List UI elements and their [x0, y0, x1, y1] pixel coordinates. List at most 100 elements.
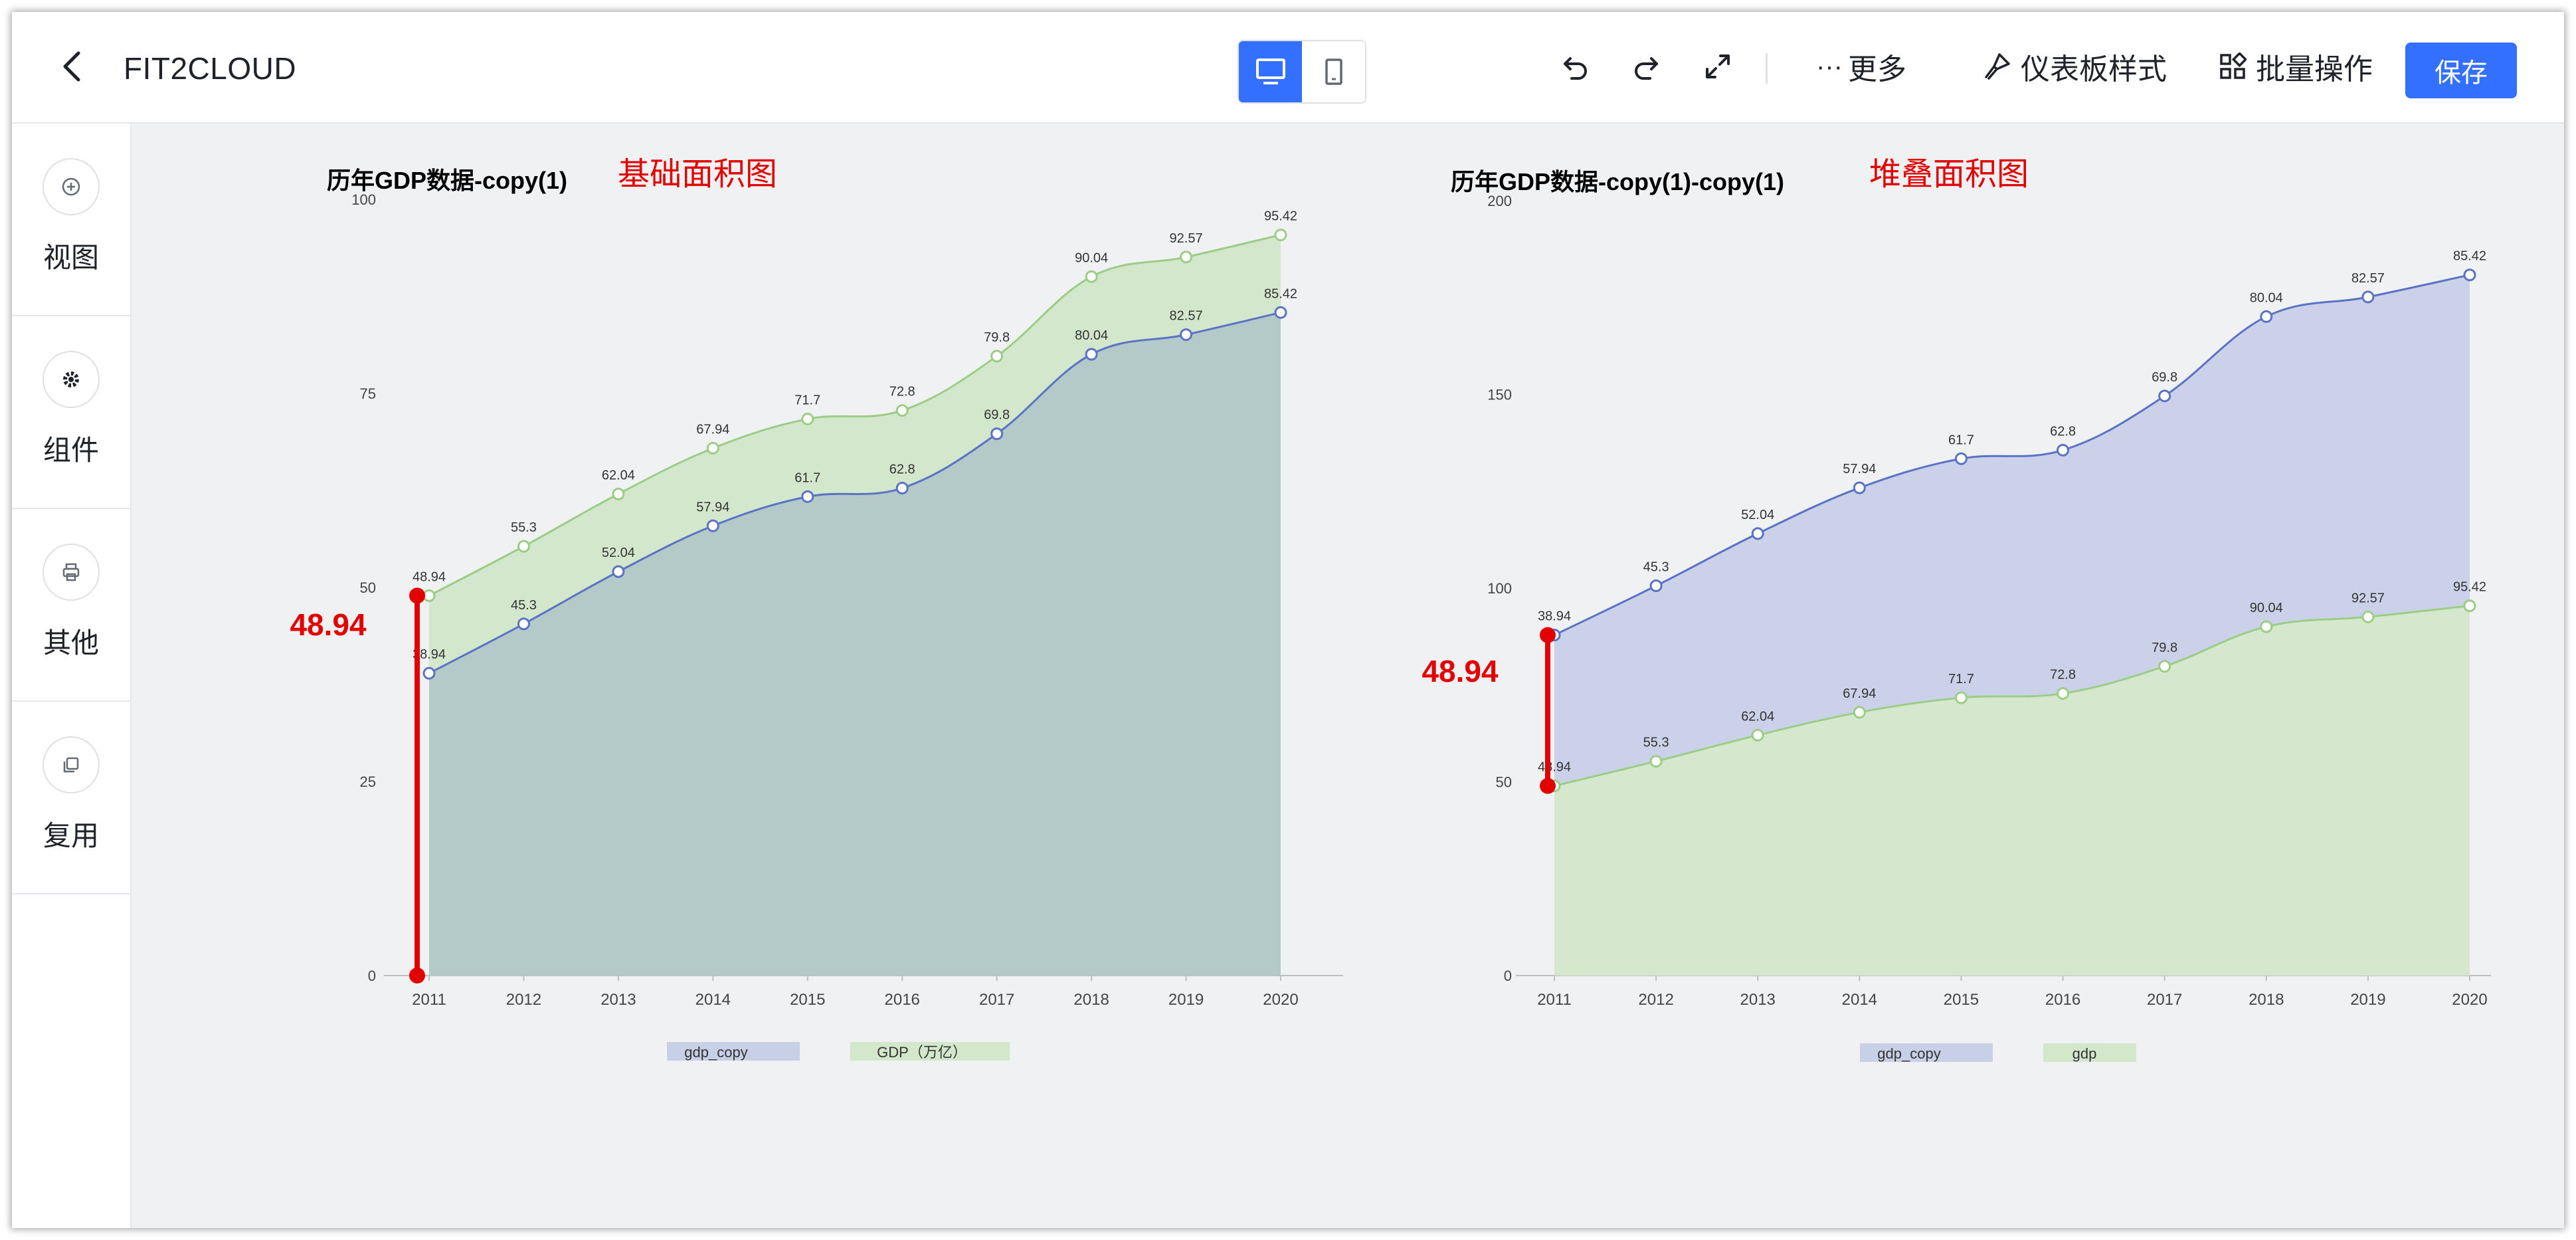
- data-label: 95.42: [1264, 209, 1297, 223]
- data-point: [1274, 306, 1287, 319]
- y-tick-label: 50: [1496, 774, 1512, 791]
- sidebar-item-label: 复用: [43, 820, 99, 851]
- legend-label: gdp: [2072, 1045, 2097, 1062]
- expand-icon: [1706, 54, 1730, 78]
- data-point: [1649, 755, 1663, 768]
- sidebar-item-label: 组件: [43, 435, 99, 466]
- data-label: 92.57: [1170, 231, 1203, 246]
- sidebar-item-label: 其他: [43, 627, 99, 659]
- back-icon[interactable]: [53, 47, 93, 86]
- data-label: 48.94: [413, 569, 446, 584]
- data-point: [1085, 348, 1098, 361]
- data-label: 82.57: [2351, 271, 2385, 286]
- y-tick-label: 100: [351, 191, 376, 208]
- data-label: 52.04: [602, 546, 635, 560]
- data-label: 57.94: [696, 500, 729, 514]
- y-tick-label: 25: [360, 774, 376, 790]
- data-point: [422, 589, 436, 602]
- charts-svg: 历年GDP数据-copy(1) 基础面积图 0 25 50 75 100 2011 2012 20…: [290, 157, 2491, 1062]
- data-point: [1954, 691, 1968, 704]
- data-point: [1085, 270, 1098, 283]
- data-point: [2361, 610, 2375, 623]
- y-tick-label: 200: [1487, 193, 1512, 209]
- data-label: 62.04: [1741, 709, 1774, 724]
- data-point: [517, 617, 530, 631]
- legend-label: gdp_copy: [1877, 1045, 1940, 1062]
- data-label: 85.42: [2453, 249, 2486, 264]
- sidebar-item-view[interactable]: 视图: [12, 124, 130, 316]
- more-button[interactable]: ··· 更多: [1816, 47, 1906, 86]
- annotation-value: 48.94: [1422, 654, 1499, 688]
- x-tick-label: 2015: [1944, 991, 1979, 1009]
- data-label: 80.04: [1075, 328, 1108, 343]
- data-point: [612, 487, 625, 500]
- data-point: [422, 667, 436, 680]
- data-point: [517, 540, 530, 553]
- chart-annotation-title: 基础面积图: [618, 157, 777, 192]
- data-point: [801, 413, 814, 426]
- x-tick-label: 2014: [695, 991, 731, 1009]
- x-tick-label: 2017: [979, 991, 1014, 1009]
- batch-operation-button[interactable]: 批量操作: [2219, 47, 2373, 86]
- x-tick-label: 2019: [2350, 991, 2385, 1009]
- data-point: [2158, 389, 2171, 403]
- batch-operation-label: 批量操作: [2256, 53, 2373, 86]
- data-label: 85.42: [1264, 286, 1297, 301]
- data-point: [706, 441, 719, 455]
- redo-button[interactable]: [1630, 47, 1662, 86]
- data-point: [2463, 268, 2476, 282]
- data-point: [1274, 228, 1287, 241]
- data-point: [2158, 660, 2171, 673]
- data-label: 57.94: [1843, 462, 1876, 476]
- x-tick-label: 2018: [2249, 991, 2284, 1009]
- sidebar-item-reuse[interactable]: 复用: [12, 702, 130, 894]
- data-point: [706, 519, 719, 532]
- y-tick-label: 50: [360, 579, 376, 596]
- data-label: 80.04: [2250, 290, 2283, 305]
- data-point: [895, 404, 909, 417]
- toolbar-divider: [1766, 53, 1768, 84]
- data-label: 72.8: [2050, 668, 2076, 682]
- data-label: 48.94: [1538, 760, 1571, 775]
- series-area-gdp-copy: [429, 312, 1281, 976]
- annotation-dot-bottom: [1540, 777, 1556, 794]
- fullscreen-button[interactable]: [1702, 47, 1734, 86]
- sidebar-item-other[interactable]: 其他: [12, 509, 130, 702]
- copy-icon: [43, 736, 100, 793]
- data-point: [2057, 687, 2070, 700]
- mobile-view-button[interactable]: [1302, 41, 1365, 102]
- desktop-view-button[interactable]: [1239, 41, 1302, 102]
- data-point: [2361, 290, 2375, 304]
- redo-icon: [1635, 57, 1658, 80]
- y-tick-label: 0: [368, 968, 376, 984]
- x-tick-label: 2016: [885, 991, 920, 1009]
- top-toolbar: FIT2CLOUD ··· 更多 仪表板样式 批量操作 保存: [12, 12, 2564, 124]
- sidebar-item-component[interactable]: 组件: [12, 316, 130, 509]
- data-label: 38.94: [1538, 609, 1571, 624]
- undo-button[interactable]: [1560, 47, 1592, 86]
- data-point: [2463, 599, 2476, 613]
- data-label: 95.42: [2453, 580, 2486, 595]
- data-point: [2057, 443, 2070, 457]
- data-label: 61.7: [794, 470, 820, 485]
- printer-icon: [43, 544, 100, 601]
- data-label: 52.04: [1741, 508, 1774, 522]
- legend-label: GDP（万亿）: [877, 1044, 967, 1061]
- data-point: [990, 350, 1004, 363]
- component-sidebar: 视图 组件 其他 复用: [12, 124, 132, 1228]
- x-tick-label: 2015: [790, 991, 825, 1009]
- x-tick-label: 2012: [1638, 991, 1673, 1009]
- data-point: [1954, 452, 1968, 465]
- dashboard-style-button[interactable]: 仪表板样式: [1982, 47, 2167, 86]
- data-label: 92.57: [2351, 591, 2385, 605]
- data-label: 69.8: [984, 408, 1010, 423]
- save-button[interactable]: 保存: [2405, 43, 2517, 98]
- data-point: [1180, 251, 1193, 264]
- data-point: [1751, 527, 1764, 540]
- data-point: [2260, 310, 2273, 323]
- x-tick-label: 2014: [1842, 991, 1877, 1009]
- data-label: 62.8: [889, 462, 915, 476]
- data-label: 61.7: [1948, 433, 1974, 447]
- data-point: [1853, 481, 1866, 494]
- data-label: 62.8: [2050, 424, 2076, 439]
